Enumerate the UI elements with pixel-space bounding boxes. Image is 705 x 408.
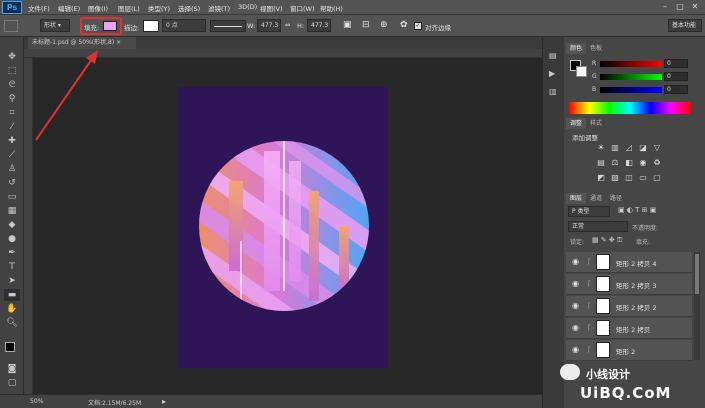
tab-color[interactable]: 颜色 <box>566 43 587 54</box>
layer-filter-select[interactable]: P 类型 <box>568 206 610 217</box>
green-slider[interactable] <box>600 74 662 80</box>
tab-swatches[interactable]: 色板 <box>586 43 606 54</box>
watermark-site: UiBQ.CoM <box>580 384 672 402</box>
red-label: R <box>592 60 597 67</box>
layer-row[interactable]: ◉ ʃ 矩形 2 拷贝 2 <box>566 296 692 317</box>
eye-icon[interactable]: ◉ <box>572 257 579 266</box>
vibrance-icon[interactable]: ▽ <box>652 143 662 153</box>
green-label: G <box>592 73 597 80</box>
eye-icon[interactable]: ◉ <box>572 323 579 332</box>
history-panel-icon[interactable]: ▤ <box>549 51 557 60</box>
watermark: 小线设计 UiBQ.CoM <box>560 362 700 402</box>
status-bar: 50% 文档:2.15M/6.25M ▸ <box>0 394 542 408</box>
layer-row[interactable]: ◉ ʃ 矩形 2 拷贝 <box>566 318 692 339</box>
layer-row[interactable]: ◉ ʃ 矩形 2 <box>566 340 692 361</box>
wechat-icon <box>560 364 580 380</box>
layer-row[interactable]: ◉ ʃ 矩形 2 拷贝 4 <box>566 252 692 273</box>
layer-thumbnail <box>596 320 610 336</box>
lock-icons[interactable]: ▦ ✎ ✥ ⚿ <box>592 236 622 245</box>
watermark-text: 小线设计 <box>586 368 630 381</box>
blend-mode-value: 正常 <box>572 223 585 230</box>
blue-value[interactable]: 0 <box>664 85 688 94</box>
layer-thumbnail <box>596 254 610 270</box>
layer-name[interactable]: 矩形 2 拷贝 2 <box>616 302 656 312</box>
black-white-icon[interactable]: ◧ <box>624 158 634 168</box>
invert-icon[interactable]: ◩ <box>596 173 606 183</box>
tab-layers[interactable]: 图层 <box>566 193 587 204</box>
color-spectrum-bar[interactable] <box>569 102 691 114</box>
chain-icon: ʃ <box>588 302 591 309</box>
layer-thumbnail <box>596 276 610 292</box>
gradient-map-icon[interactable]: ▭ <box>638 173 648 183</box>
tab-adjustments[interactable]: 调整 <box>566 118 587 129</box>
layer-thumbnail <box>596 298 610 314</box>
selective-color-icon[interactable]: ▢ <box>652 173 662 183</box>
color-balance-icon[interactable]: ⚖ <box>610 158 620 168</box>
document-info: 文档:2.15M/6.25M <box>88 400 142 407</box>
layer-name[interactable]: 矩形 2 <box>616 346 635 356</box>
chain-icon: ʃ <box>588 346 591 353</box>
layer-filter-value: P 类型 <box>572 208 590 215</box>
threshold-icon[interactable]: ◫ <box>624 173 634 183</box>
blend-mode-select[interactable]: 正常 <box>568 221 628 232</box>
color-panel-tabs: 颜色 色板 <box>566 43 606 54</box>
chain-icon: ʃ <box>588 258 591 265</box>
adjust-panel-tabs: 调整 样式 <box>566 118 606 129</box>
curves-icon[interactable]: ◿ <box>624 143 634 153</box>
adjust-title: 添加调整 <box>572 134 598 142</box>
blue-slider[interactable] <box>600 87 662 93</box>
eye-icon[interactable]: ◉ <box>572 301 579 310</box>
channel-mixer-icon[interactable]: ♻ <box>652 158 662 168</box>
zoom-level[interactable]: 50% <box>30 398 43 405</box>
properties-panel-icon[interactable]: ▥ <box>549 87 557 96</box>
filter-icons[interactable]: ▣ ◐ T ⊞ ▣ <box>618 206 656 214</box>
tab-styles[interactable]: 样式 <box>586 118 606 129</box>
exposure-icon[interactable]: ◪ <box>638 143 648 153</box>
eye-icon[interactable]: ◉ <box>572 345 579 354</box>
opacity-label: 不透明度: <box>632 225 659 232</box>
posterize-icon[interactable]: ▨ <box>610 173 620 183</box>
actions-panel-icon[interactable]: ▶ <box>549 69 555 78</box>
eye-icon[interactable]: ◉ <box>572 279 579 288</box>
layers-scrollbar[interactable] <box>694 252 700 360</box>
panel-icon-strip: ▤ ▶ ▥ <box>542 37 564 408</box>
chain-icon: ʃ <box>588 280 591 287</box>
layer-name[interactable]: 矩形 2 拷贝 <box>616 324 650 334</box>
fill-opacity-label: 填充: <box>636 239 651 246</box>
chain-icon: ʃ <box>588 324 591 331</box>
red-slider[interactable] <box>600 61 662 67</box>
layer-row[interactable]: ◉ ʃ 矩形 2 拷贝 3 <box>566 274 692 295</box>
green-value[interactable]: 0 <box>664 72 688 81</box>
status-arrow-icon[interactable]: ▸ <box>162 397 166 406</box>
levels-icon[interactable]: ▥ <box>610 143 620 153</box>
lock-label: 锁定: <box>570 239 585 246</box>
color-background-swatch[interactable] <box>576 66 587 77</box>
layers-scrollbar-thumb[interactable] <box>695 254 699 294</box>
layer-name[interactable]: 矩形 2 拷贝 3 <box>616 280 656 290</box>
photo-filter-icon[interactable]: ◉ <box>638 158 648 168</box>
tab-paths[interactable]: 路径 <box>606 193 626 204</box>
blue-label: B <box>592 86 597 93</box>
layers-panel-tabs: 图层 通道 路径 <box>566 193 626 204</box>
tab-channels[interactable]: 通道 <box>586 193 606 204</box>
layer-name[interactable]: 矩形 2 拷贝 4 <box>616 258 656 268</box>
hue-saturation-icon[interactable]: ▤ <box>596 158 606 168</box>
layer-thumbnail <box>596 342 610 358</box>
red-value[interactable]: 0 <box>664 59 688 68</box>
brightness-icon[interactable]: ☀ <box>596 143 606 153</box>
